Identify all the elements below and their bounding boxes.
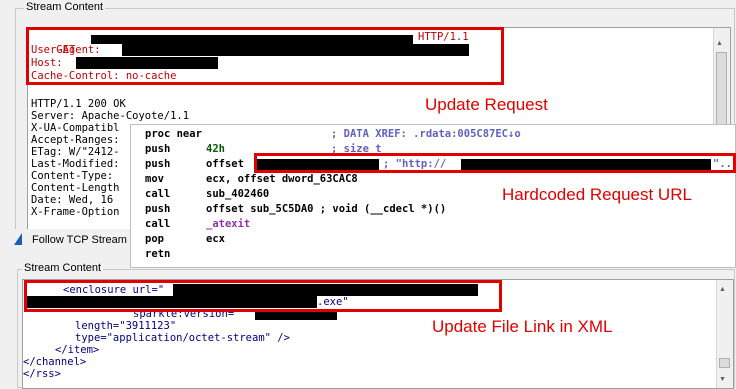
asm-mnemonic: retn	[145, 248, 171, 260]
bottom-scrollbar[interactable]: ▲ ▼	[716, 280, 733, 388]
bottom-group-label: Stream Content	[22, 262, 104, 274]
xml-rss-close: </rss>	[23, 368, 61, 380]
asm-operand: 42h	[206, 143, 225, 155]
proc-near: proc near	[145, 128, 202, 140]
wireshark-fin-icon	[14, 233, 22, 245]
asm-mnemonic: call	[145, 218, 171, 230]
hardcoded-url-highlight	[254, 153, 736, 173]
update-request-highlight	[26, 27, 504, 85]
scroll-up-arrow-icon[interactable]: ▲	[716, 40, 723, 47]
response-line: X-Frame-Option	[31, 206, 120, 218]
asm-mnemonic: call	[145, 188, 171, 200]
asm-mnemonic: push	[145, 143, 171, 155]
asm-mnemonic: push	[145, 203, 171, 215]
scroll-thumb[interactable]	[719, 358, 730, 368]
asm-operand: offset	[206, 158, 244, 170]
top-group-label: Stream Content	[24, 1, 106, 13]
update-request-annotation: Update Request	[425, 95, 548, 114]
tcp-window-title: Follow TCP Stream	[32, 234, 127, 246]
asm-operand: sub_402460	[206, 188, 270, 200]
asm-mnemonic: mov	[145, 173, 164, 185]
asm-operand: _atexit	[206, 218, 251, 230]
asm-operand: ecx, offset dword_63CAC8	[206, 173, 358, 185]
scroll-up-arrow-icon[interactable]: ▲	[719, 286, 726, 293]
asm-mnemonic: push	[145, 158, 171, 170]
asm-mnemonic: pop	[145, 233, 164, 245]
update-file-annotation: Update File Link in XML	[432, 317, 613, 336]
data-xref-comment: ; DATA XREF: .rdata:005C87EC↓o	[331, 128, 521, 140]
asm-operand: offset sub_5C5DA0 ; void (__cdecl *)()	[206, 203, 447, 215]
scroll-down-arrow-icon[interactable]: ▼	[719, 376, 726, 383]
update-file-highlight	[24, 280, 502, 312]
hardcoded-url-annotation: Hardcoded Request URL	[502, 185, 692, 204]
xml-type: type="application/octet-stream" />	[75, 332, 290, 344]
asm-operand: ecx	[206, 233, 225, 245]
